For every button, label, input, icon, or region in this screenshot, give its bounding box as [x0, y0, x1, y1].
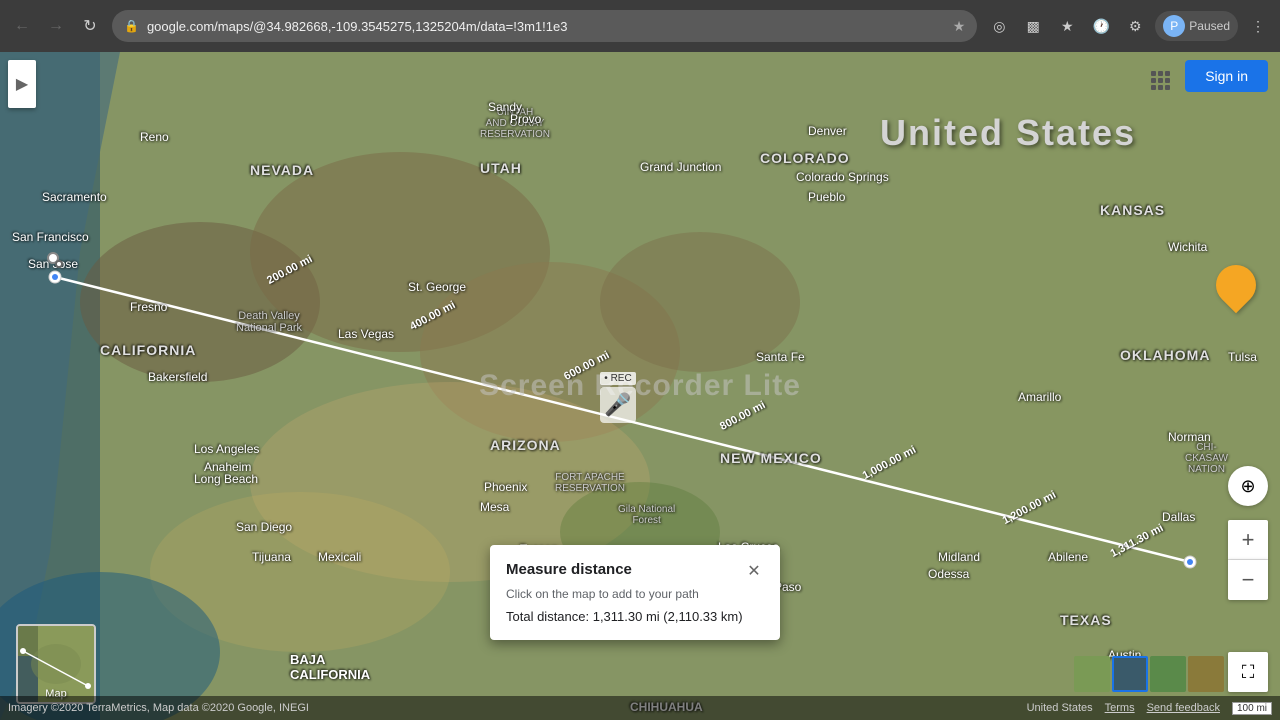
extensions-btn[interactable]: ⚙ — [1121, 12, 1149, 40]
popup-header: Measure distance ✕ — [506, 561, 764, 581]
zoom-out-button[interactable]: − — [1228, 560, 1268, 600]
back-button[interactable]: ← — [8, 12, 36, 40]
mini-map[interactable]: Map — [16, 624, 96, 704]
status-right: United States Terms Send feedback 100 mi — [1027, 702, 1272, 715]
pegman-area: ⊕ — [1228, 466, 1268, 510]
layer-satellite[interactable] — [1112, 656, 1148, 692]
google-apps-button[interactable] — [1140, 60, 1180, 100]
measure-popup: Measure distance ✕ Click on the map to a… — [490, 545, 780, 640]
status-feedback[interactable]: Send feedback — [1147, 702, 1220, 714]
layer-traffic[interactable] — [1188, 656, 1224, 692]
cast-btn[interactable]: ▩ — [1019, 12, 1047, 40]
nav-buttons: ← → ↻ — [8, 12, 104, 40]
popup-distance: Total distance: 1,311.30 mi (2,110.33 km… — [506, 609, 764, 624]
zoom-in-button[interactable]: + — [1228, 520, 1268, 560]
refresh-button[interactable]: ↻ — [76, 12, 104, 40]
menu-button[interactable]: ⋮ — [1244, 12, 1272, 40]
forward-button[interactable]: → — [42, 12, 70, 40]
avatar: P — [1163, 15, 1185, 37]
popup-title: Measure distance — [506, 561, 632, 578]
start-marker-inner — [55, 260, 63, 268]
browser-chrome: ← → ↻ 🔒 google.com/maps/@34.982668,-109.… — [0, 0, 1280, 52]
paused-label: Paused — [1189, 19, 1230, 33]
zoom-controls: + − — [1228, 520, 1268, 600]
map-container[interactable]: 200.00 mi 400.00 mi 600.00 mi 800.00 mi … — [0, 52, 1280, 720]
url-text: google.com/maps/@34.982668,-109.3545275,… — [147, 19, 945, 34]
fullscreen-button[interactable]: ⛶ — [1228, 652, 1268, 692]
browser-actions: ◎ ▩ ★ 🕐 ⚙ P Paused ⋮ — [985, 11, 1272, 41]
popup-close-button[interactable]: ✕ — [744, 561, 764, 581]
layer-selector — [1074, 656, 1224, 692]
scale-indicator: 100 mi — [1232, 702, 1272, 715]
address-bar[interactable]: 🔒 google.com/maps/@34.982668,-109.354527… — [112, 10, 977, 42]
lock-icon: 🔒 — [124, 19, 139, 33]
status-bar: Imagery ©2020 TerraMetrics, Map data ©20… — [0, 696, 1280, 720]
rec-indicator: • REC 🎤 — [600, 372, 636, 423]
status-country: United States — [1027, 702, 1093, 714]
mic-icon: 🎤 — [600, 387, 636, 423]
history-btn[interactable]: 🕐 — [1087, 12, 1115, 40]
bookmark-btn[interactable]: ★ — [1053, 12, 1081, 40]
sidebar-toggle[interactable]: ▶ — [8, 60, 36, 108]
layer-terrain[interactable] — [1074, 656, 1110, 692]
rec-text: • REC — [600, 372, 635, 385]
profile-button[interactable]: P Paused — [1155, 11, 1238, 41]
google-apps-grid — [1151, 71, 1170, 90]
status-terms[interactable]: Terms — [1105, 702, 1135, 714]
star-icon: ★ — [953, 18, 966, 35]
layer-labels[interactable] — [1150, 656, 1186, 692]
location-btn[interactable]: ◎ — [985, 12, 1013, 40]
imagery-attribution: Imagery ©2020 TerraMetrics, Map data ©20… — [8, 702, 309, 714]
sign-in-button[interactable]: Sign in — [1185, 60, 1268, 92]
popup-hint: Click on the map to add to your path — [506, 587, 764, 601]
compass-button[interactable]: ⊕ — [1228, 466, 1268, 506]
